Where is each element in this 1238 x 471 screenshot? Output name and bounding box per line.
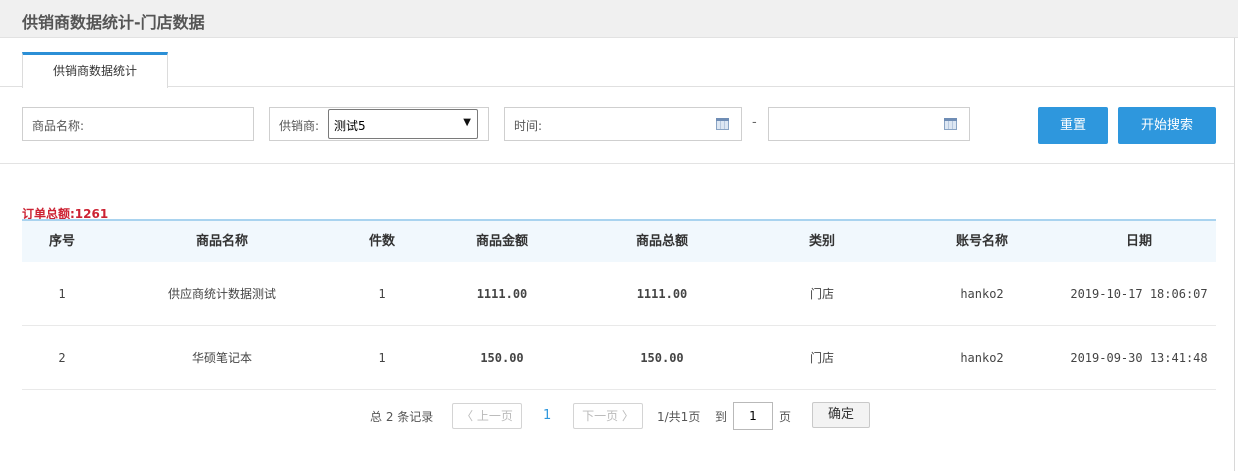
cell-quantity: 1 bbox=[378, 287, 386, 301]
time-label: 时间: bbox=[514, 119, 543, 133]
cell-index: 2 bbox=[58, 351, 66, 365]
time-start-field[interactable]: 时间: bbox=[504, 107, 742, 141]
column-header: 商品金额 bbox=[475, 234, 528, 249]
reset-button[interactable]: 重置 bbox=[1038, 107, 1108, 144]
pagination-total: 总 2 条记录 bbox=[370, 410, 434, 424]
cell-amount: 150.00 bbox=[480, 351, 524, 365]
time-end-input[interactable] bbox=[777, 112, 927, 136]
cell-amount: 1111.00 bbox=[476, 287, 528, 301]
table-header: 序号 商品名称 件数 商品金额 商品总额 类别 账号名称 日期 bbox=[22, 219, 1216, 262]
cell-category: 门店 bbox=[809, 287, 834, 301]
tab-supplier-stats[interactable]: 供销商数据统计 bbox=[22, 52, 168, 88]
cell-category: 门店 bbox=[809, 351, 834, 365]
column-header: 商品名称 bbox=[195, 234, 248, 249]
product-name-label: 商品名称: bbox=[32, 119, 85, 133]
cell-date: 2019-09-30 13:41:48 bbox=[1070, 351, 1208, 365]
table-row: 1 供应商统计数据测试 1 1111.00 1111.00 门店 hanko2 … bbox=[22, 262, 1216, 326]
cell-total: 150.00 bbox=[640, 351, 684, 365]
next-page-button[interactable]: 下一页 〉 bbox=[573, 403, 643, 429]
time-start-input[interactable] bbox=[555, 112, 705, 136]
supplier-selected-value: 测试5 bbox=[334, 119, 366, 133]
page-number-current[interactable]: 1 bbox=[543, 408, 551, 423]
page-header: 供销商数据统计-门店数据 bbox=[0, 0, 1238, 38]
calendar-icon[interactable] bbox=[716, 118, 729, 130]
goto-page-input[interactable] bbox=[733, 402, 773, 430]
range-separator: - bbox=[752, 115, 757, 130]
cell-account: hanko2 bbox=[960, 287, 1004, 301]
product-name-input[interactable] bbox=[95, 112, 245, 136]
chevron-down-icon: ▼ bbox=[463, 117, 471, 128]
cell-quantity: 1 bbox=[378, 351, 386, 365]
data-table: 序号 商品名称 件数 商品金额 商品总额 类别 账号名称 日期 1 供应商统计数… bbox=[22, 219, 1216, 390]
search-button[interactable]: 开始搜索 bbox=[1118, 107, 1216, 144]
cell-date: 2019-10-17 18:06:07 bbox=[1070, 287, 1208, 301]
cell-total: 1111.00 bbox=[636, 287, 688, 301]
supplier-field: 供销商: 测试5 ▼ bbox=[269, 107, 489, 141]
column-header: 类别 bbox=[808, 234, 835, 249]
cell-index: 1 bbox=[58, 287, 66, 301]
page-info: 1/共1页 bbox=[657, 410, 701, 424]
tab-bar: 供销商数据统计 bbox=[0, 52, 1234, 88]
column-header: 账号名称 bbox=[955, 234, 1008, 249]
page-title: 供销商数据统计-门店数据 bbox=[22, 13, 205, 32]
goto-label: 到 bbox=[715, 410, 728, 424]
table-row: 2 华硕笔记本 1 150.00 150.00 门店 hanko2 2019-0… bbox=[22, 326, 1216, 390]
prev-page-button[interactable]: 〈 上一页 bbox=[452, 403, 522, 429]
frame-border bbox=[1234, 38, 1235, 471]
cell-product-name: 华硕笔记本 bbox=[191, 351, 252, 365]
column-header: 件数 bbox=[368, 234, 395, 249]
calendar-icon[interactable] bbox=[944, 118, 957, 130]
supplier-select[interactable]: 测试5 ▼ bbox=[328, 109, 478, 139]
cell-account: hanko2 bbox=[960, 351, 1004, 365]
product-name-field[interactable]: 商品名称: bbox=[22, 107, 254, 141]
confirm-button[interactable]: 确定 bbox=[812, 402, 870, 428]
time-end-field[interactable] bbox=[768, 107, 970, 141]
column-header: 序号 bbox=[48, 234, 75, 249]
cell-product-name: 供应商统计数据测试 bbox=[167, 287, 276, 301]
column-header: 日期 bbox=[1125, 234, 1152, 249]
page-unit-label: 页 bbox=[779, 410, 792, 424]
supplier-label: 供销商: bbox=[279, 119, 320, 133]
column-header: 商品总额 bbox=[635, 234, 688, 249]
filter-bar: 商品名称: 供销商: 测试5 ▼ 时间: - 重置 开始搜索 bbox=[0, 88, 1234, 164]
